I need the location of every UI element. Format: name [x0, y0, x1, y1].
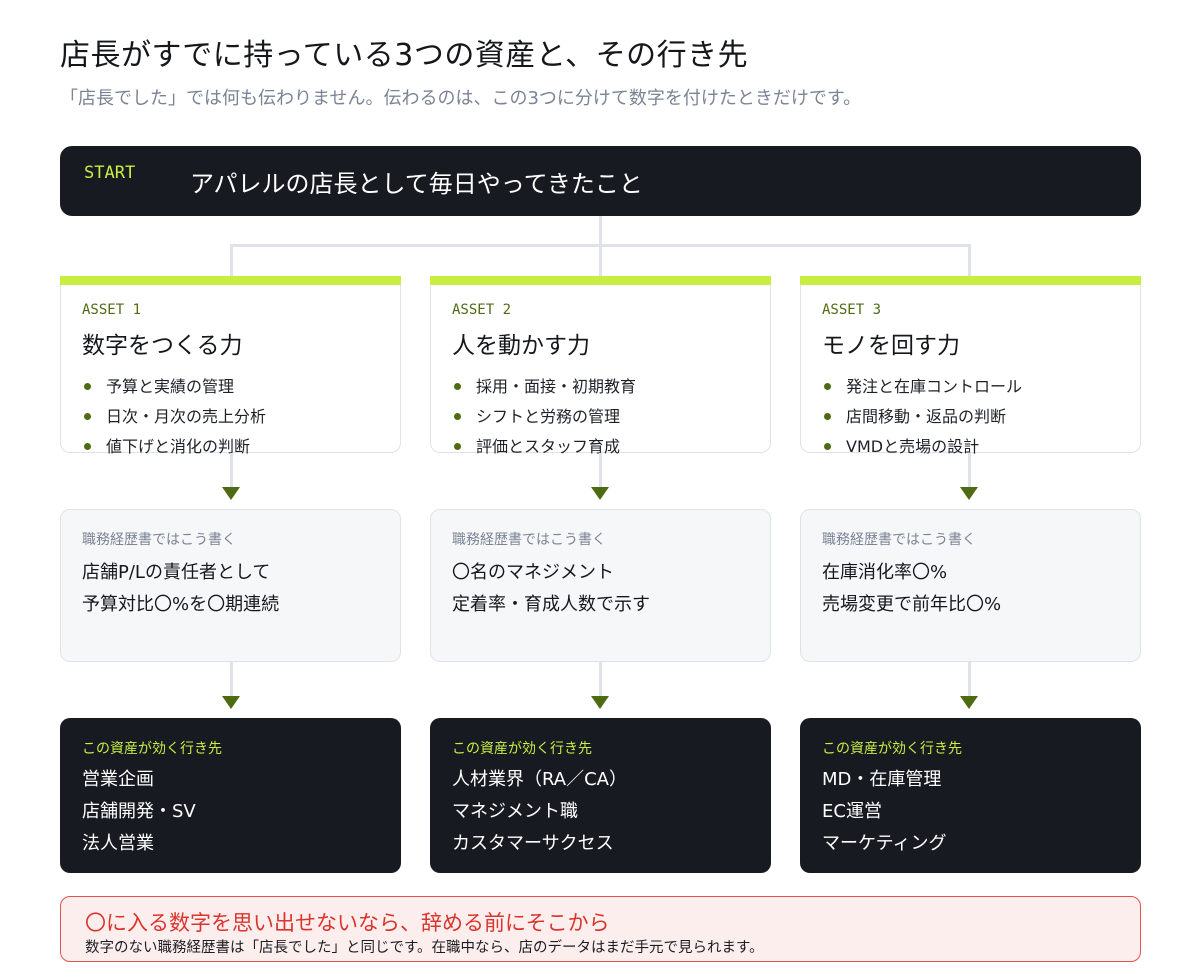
asset-skill-item: シフトと労務の管理 [452, 402, 636, 432]
connector-branch-3 [968, 244, 971, 276]
destination-item: EC運営 [822, 801, 882, 822]
resume-label: 職務経歴書ではこう書く [82, 532, 236, 548]
asset-card-2: ASSET 2 人を動かす力 採用・面接・初期教育 シフトと労務の管理 評価とス… [429, 276, 771, 456]
resume-line: 〇名のマネジメント [452, 562, 614, 583]
destination-label: この資産が効く行き先 [452, 741, 592, 757]
asset-skill-item: 店間移動・返品の判断 [822, 402, 1022, 432]
resume-card-1: 職務経歴書ではこう書く 店舗P/Lの責任者として 予算対比〇%を〇期連続 [60, 509, 401, 662]
asset-skill-item: 日次・月次の売上分析 [82, 402, 266, 432]
arrow-down-icon [960, 487, 978, 500]
asset-title: 人を動かす力 [452, 333, 590, 359]
page-title: 店長がすでに持っている3つの資産と、その行き先 [60, 38, 749, 73]
asset-card-1: ASSET 1 数字をつくる力 予算と実績の管理 日次・月次の売上分析 値下げと… [59, 276, 401, 456]
bullet-dot-icon [454, 443, 461, 450]
destination-label: この資産が効く行き先 [822, 741, 962, 757]
destination-list: 営業企画 店舗開発・SV 法人営業 [82, 764, 196, 860]
asset-skill-label: シフトと労務の管理 [476, 407, 621, 426]
bullet-dot-icon [824, 413, 831, 420]
bullet-dot-icon [84, 443, 91, 450]
destination-item: 人材業界（RA／CA） [452, 769, 627, 790]
asset-skill-label: 店間移動・返品の判断 [846, 407, 1007, 426]
asset-skill-item: 値下げと消化の判断 [82, 432, 266, 462]
asset-skill-label: 値下げと消化の判断 [106, 437, 251, 456]
start-text: アパレルの店長として毎日やってきたこと [190, 170, 643, 198]
destination-label: この資産が効く行き先 [82, 741, 222, 757]
connector-branch-2 [599, 244, 602, 276]
start-node: START アパレルの店長として毎日やってきたこと [60, 146, 1141, 216]
connector-asset-to-resume-2 [599, 453, 602, 487]
destination-item: 店舗開発・SV [82, 801, 196, 822]
bullet-dot-icon [84, 413, 91, 420]
asset-skill-item: 発注と在庫コントロール [822, 372, 1022, 402]
destination-card-1: この資産が効く行き先 営業企画 店舗開発・SV 法人営業 [60, 718, 401, 873]
asset-skill-item: VMDと売場の設計 [822, 432, 1022, 462]
resume-label: 職務経歴書ではこう書く [452, 532, 606, 548]
destination-item: カスタマーサクセス [452, 833, 614, 854]
connector-resume-to-dest-2 [599, 662, 602, 696]
asset-skill-label: 採用・面接・初期教育 [476, 377, 637, 396]
destination-card-3: この資産が効く行き先 MD・在庫管理 EC運営 マーケティング [800, 718, 1141, 873]
start-tag: START [84, 163, 136, 183]
bullet-dot-icon [824, 443, 831, 450]
bullet-dot-icon [84, 383, 91, 390]
resume-line: 売場変更で前年比〇% [822, 594, 1002, 615]
asset-title: モノを回す力 [822, 333, 960, 359]
destination-list: 人材業界（RA／CA） マネジメント職 カスタマーサクセス [452, 764, 627, 860]
asset-tag: ASSET 1 [82, 302, 142, 318]
asset-card-3: ASSET 3 モノを回す力 発注と在庫コントロール 店間移動・返品の判断 VM… [799, 276, 1141, 456]
asset-skill-item: 予算と実績の管理 [82, 372, 266, 402]
arrow-down-icon [960, 696, 978, 709]
asset-tag: ASSET 2 [452, 302, 512, 318]
page-subtitle: 「店長でした」では何も伝わりません。伝わるのは、この3つに分けて数字を付けたとき… [60, 88, 862, 109]
arrow-down-icon [591, 487, 609, 500]
destination-item: MD・在庫管理 [822, 769, 942, 790]
bullet-dot-icon [824, 383, 831, 390]
asset-accent-bar [59, 276, 401, 285]
destination-item: マーケティング [822, 833, 947, 854]
asset-skill-item: 評価とスタッフ育成 [452, 432, 636, 462]
asset-skill-label: 日次・月次の売上分析 [106, 407, 267, 426]
warning-text: 数字のない職務経歴書は「店長でした」と同じです。在職中なら、店のデータはまだ手元… [85, 940, 764, 956]
asset-skill-list: 採用・面接・初期教育 シフトと労務の管理 評価とスタッフ育成 [452, 372, 636, 462]
warning-title: 〇に入る数字を思い出せないなら、辞める前にそこから [85, 911, 610, 935]
connector-asset-to-resume-1 [230, 453, 233, 487]
arrow-down-icon [591, 696, 609, 709]
arrow-down-icon [222, 696, 240, 709]
resume-card-2: 職務経歴書ではこう書く 〇名のマネジメント 定着率・育成人数で示す [430, 509, 771, 662]
resume-line: 定着率・育成人数で示す [452, 594, 650, 615]
connector-trunk [599, 216, 602, 246]
asset-skill-list: 発注と在庫コントロール 店間移動・返品の判断 VMDと売場の設計 [822, 372, 1022, 462]
resume-card-3: 職務経歴書ではこう書く 在庫消化率〇% 売場変更で前年比〇% [800, 509, 1141, 662]
connector-resume-to-dest-3 [968, 662, 971, 696]
arrow-down-icon [222, 487, 240, 500]
destination-item: 営業企画 [82, 769, 154, 790]
resume-label: 職務経歴書ではこう書く [822, 532, 976, 548]
asset-accent-bar [799, 276, 1141, 285]
resume-line: 在庫消化率〇% [822, 562, 948, 583]
warning-box: 〇に入る数字を思い出せないなら、辞める前にそこから 数字のない職務経歴書は「店長… [60, 896, 1141, 962]
destination-item: 法人営業 [82, 833, 154, 854]
asset-skill-list: 予算と実績の管理 日次・月次の売上分析 値下げと消化の判断 [82, 372, 266, 462]
asset-accent-bar [429, 276, 771, 285]
asset-title: 数字をつくる力 [82, 333, 243, 359]
asset-tag: ASSET 3 [822, 302, 882, 318]
asset-skill-label: 予算と実績の管理 [106, 377, 235, 396]
asset-skill-label: VMDと売場の設計 [846, 437, 980, 456]
destination-item: マネジメント職 [452, 801, 578, 822]
bullet-dot-icon [454, 383, 461, 390]
destination-card-2: この資産が効く行き先 人材業界（RA／CA） マネジメント職 カスタマーサクセス [430, 718, 771, 873]
asset-skill-item: 採用・面接・初期教育 [452, 372, 636, 402]
destination-list: MD・在庫管理 EC運営 マーケティング [822, 764, 947, 860]
bullet-dot-icon [454, 413, 461, 420]
resume-line: 予算対比〇%を〇期連続 [82, 594, 280, 615]
resume-line: 店舗P/Lの責任者として [82, 562, 271, 583]
connector-branch-1 [230, 244, 233, 276]
asset-skill-label: 発注と在庫コントロール [846, 377, 1023, 396]
connector-asset-to-resume-3 [968, 453, 971, 487]
connector-resume-to-dest-1 [230, 662, 233, 696]
